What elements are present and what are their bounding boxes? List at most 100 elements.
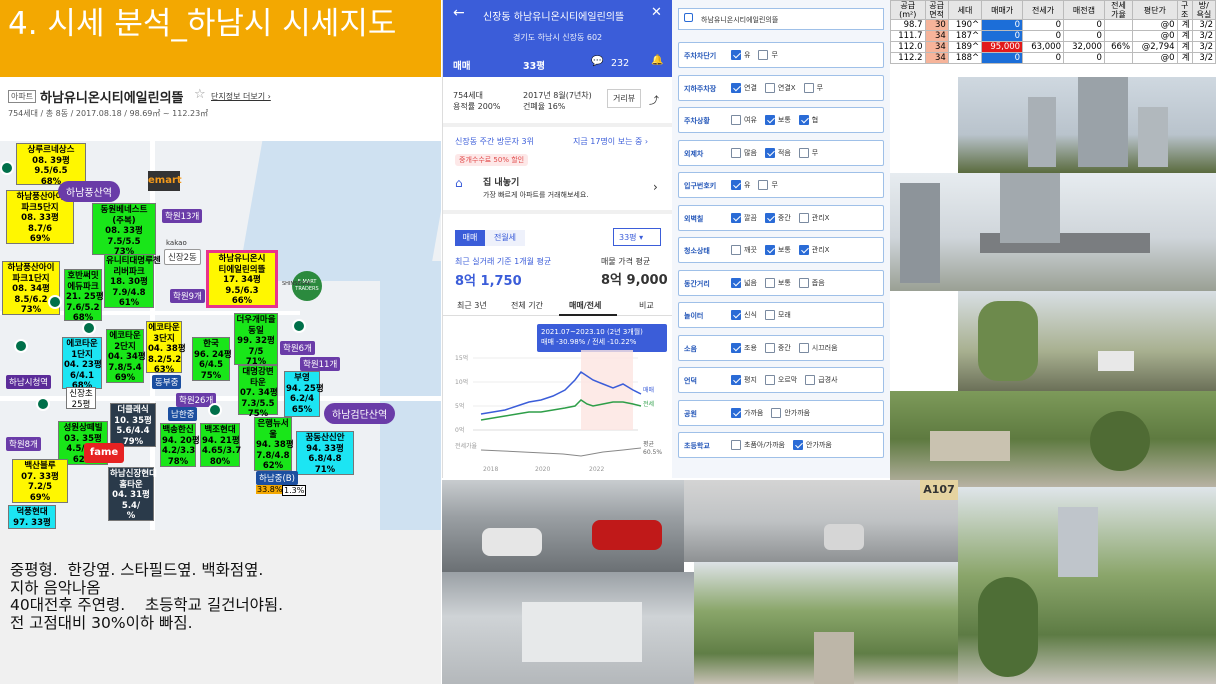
back-icon[interactable]: ← [453,5,465,21]
map-complex-target[interactable]: 하남유니온시 티에일린의뜰 17. 34평 9.5/6.3 66% [206,250,278,308]
checklist-option[interactable]: 모래 [764,310,791,320]
checkbox-checked[interactable] [731,310,741,320]
checklist-option[interactable]: 신식 [731,310,757,320]
map-complex[interactable]: 에코타운 1단지 04. 23평 6/4.1 68% [62,337,102,391]
checkbox-unchecked[interactable] [798,212,809,223]
checklist-option[interactable]: 보통 [764,277,791,288]
checkbox-checked[interactable] [731,212,741,223]
map-complex[interactable]: 호반써밋 에듀파크 21. 25평 7.6/5.2 68% [64,269,104,323]
checkbox-checked[interactable] [731,277,741,288]
star-icon[interactable]: ☆ [194,87,206,102]
chart-tab[interactable]: 비교 [639,300,654,311]
checkbox-checked[interactable] [731,50,741,60]
checkbox-unchecked[interactable] [764,375,775,385]
checkbox-checked[interactable] [764,212,775,223]
checklist-option[interactable]: 유 [731,180,750,190]
checkbox-checked[interactable] [764,147,775,158]
checkbox-checked[interactable] [731,180,741,190]
checklist-option[interactable]: 중간 [764,342,791,353]
complex-info-link[interactable]: 단지정보 더보기 › [211,91,271,102]
checkbox-unchecked[interactable] [731,115,741,125]
chart-tab-active[interactable]: 매매/전세 [569,300,601,311]
checkbox-checked[interactable] [798,245,809,255]
checkbox-unchecked[interactable] [764,82,775,93]
price-chart[interactable]: 15억 10억 5억 0억 전세가율 매매 전세 평균 60.5% 2018 2… [443,350,672,478]
checklist-option[interactable]: 많음 [731,147,757,158]
checkbox-unchecked[interactable] [731,245,741,255]
checkbox-checked[interactable] [731,82,741,93]
search-input[interactable]: 하남유니온시티에일린의뜰 [678,8,884,30]
checklist-option[interactable]: 연결 [731,82,757,93]
checklist-option[interactable]: 무 [803,82,823,93]
map-complex[interactable]: 더클래식 10. 35평 5.6/4.4 79% [110,403,156,447]
checkbox-unchecked[interactable] [805,375,816,385]
checklist-option[interactable]: 오르막 [764,375,797,385]
chart-tab[interactable]: 전체 기간 [511,300,543,311]
checkbox-checked[interactable] [731,342,741,353]
checklist-option[interactable]: 넓음 [731,277,757,288]
checklist-option[interactable]: 가까움 [731,407,763,418]
size-select[interactable]: 33평 ▾ [613,228,661,246]
map-complex[interactable]: 부영 94. 25평 6.2/4 65% [284,371,324,417]
checkbox-unchecked[interactable] [798,342,809,353]
checkbox-checked[interactable] [793,440,803,450]
share-icon[interactable]: ⤴ [649,92,659,107]
checklist-option[interactable]: 적음 [764,147,791,158]
map-complex[interactable]: 에코타운 2단지 04. 34평 7.8/5.4 69% [106,329,146,383]
map-complex[interactable]: 에코타운 3단지 04. 38평 8.2/5.2 63% [146,321,186,375]
map-complex[interactable]: 백조현대 94. 21평 4.65/3.7 80% [200,423,241,467]
checklist-option[interactable]: 무 [758,180,778,190]
map-complex[interactable]: 한국 96. 24평 6/4.5 75% [192,337,232,381]
checklist-option[interactable]: 무 [798,147,818,158]
checkbox-checked[interactable] [731,407,741,418]
segment-rent[interactable]: 전월세 [485,230,525,246]
checkbox-checked[interactable] [731,375,741,385]
chart-tab[interactable]: 최근 3년 [457,300,487,311]
map-complex[interactable]: 동원베네스트 (주복) 08. 33평 7.5/5.5 73% [92,203,156,257]
checkbox-unchecked[interactable] [771,407,782,418]
checkbox-unchecked[interactable] [758,180,769,190]
checklist-option[interactable]: 무 [758,50,778,60]
checklist-option[interactable]: 안가까움 [793,440,832,450]
station-label[interactable]: 하남풍산역 [58,181,120,202]
checklist-option[interactable]: 유 [731,50,750,60]
checklist-option[interactable]: 협 [798,115,818,125]
checklist-option[interactable]: 조용 [731,342,757,353]
bell-icon[interactable]: 🔔 [651,55,663,66]
checkbox-unchecked[interactable] [764,342,775,353]
map-complex[interactable]: 대명강변 타운 07. 34평 7.3/5.5 75% [238,365,278,419]
map-complex[interactable]: 백송한신 94. 20평 4.2/3.3 78% [160,423,200,467]
close-icon[interactable]: ✕ [651,5,662,20]
map-complex[interactable]: 더우개마을 동일 99. 32평 7/5 71% [234,313,278,367]
checklist-option[interactable]: 깨끗 [731,245,757,255]
price-map[interactable]: 상루르네상스 08. 39평 9.5/6.5 68% 하남풍산아이 파크5단지 … [0,141,441,530]
checkbox-checked[interactable] [764,245,775,255]
map-complex[interactable]: 은행뉴서 울 94. 38평 7.8/4.8 62% [254,417,294,471]
station-label[interactable]: 하남검단산역 [324,403,396,424]
checklist-option[interactable]: 여유 [731,115,757,125]
roadview-button[interactable]: 거리뷰 [607,89,642,108]
checklist-option[interactable]: 급경사 [805,375,838,385]
checkbox-unchecked[interactable] [731,147,741,158]
checkbox-unchecked[interactable] [764,277,775,288]
visitor-link[interactable]: 지금 17명이 보는 중 › [573,136,648,147]
checkbox-checked[interactable] [764,115,775,125]
segment-sale[interactable]: 매매 [455,230,485,246]
checkbox-unchecked[interactable] [798,277,809,288]
checklist-option[interactable]: 연결X [764,82,796,93]
map-complex[interactable]: 유니티대명루첸 리버파크 18. 30평 7.9/4.8 61% [104,254,161,308]
checklist-option[interactable]: 관리X [798,245,829,255]
map-complex[interactable]: 꿈동산신안 94. 33평 6.8/4.8 71% [296,431,354,475]
comment-icon[interactable]: 💬 [591,56,603,67]
checklist-option[interactable]: 관리X [798,212,829,223]
checkbox-unchecked[interactable] [803,82,814,93]
checklist-option[interactable]: 안가까움 [771,407,810,418]
checklist-option[interactable]: 중간 [764,212,791,223]
checkbox-unchecked[interactable] [798,147,809,158]
checklist-option[interactable]: 좁음 [798,277,825,288]
checklist-option[interactable]: 초품아/가까움 [731,440,785,450]
chevron-right-icon[interactable]: › [653,180,658,194]
map-complex[interactable]: 상루르네상스 08. 39평 9.5/6.5 68% [16,143,86,187]
tab-trade[interactable]: 매매 [453,58,470,72]
checkbox-unchecked[interactable] [758,50,769,60]
